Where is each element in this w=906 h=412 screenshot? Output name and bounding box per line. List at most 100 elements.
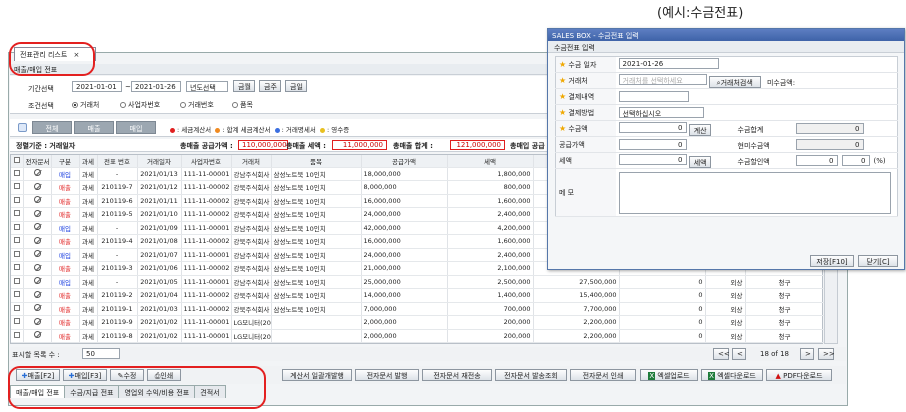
radio-trans-no[interactable]: 거래번호 — [180, 100, 214, 110]
supply-input[interactable]: 0 — [618, 139, 687, 150]
row-checkbox[interactable] — [13, 250, 20, 257]
e-doc-print-button[interactable]: 전자문서 인쇄 — [570, 369, 636, 381]
table-row[interactable]: 매입 과세 -2021/01/05 111-11-00001 강남주식회사 삼성노트북 1… — [11, 275, 825, 289]
payment-method-select[interactable]: 선택하십시오 — [618, 107, 704, 118]
grid-cell: 111-11-00001 — [181, 315, 232, 330]
date-to-input[interactable]: 2021-01-26 — [131, 81, 181, 92]
excel-upload-button[interactable]: X 엑셀업로드 — [640, 369, 698, 381]
row-checkbox[interactable] — [13, 196, 20, 203]
grid-header-1[interactable]: 전자문서 — [23, 155, 52, 168]
grid-cell: 2,500,000 — [447, 275, 534, 289]
grid-header-2[interactable]: 구분 — [51, 155, 80, 168]
tax-input[interactable]: 0 — [618, 153, 687, 165]
row-checkbox[interactable] — [13, 210, 20, 217]
row-checkbox[interactable] — [13, 237, 20, 244]
grid-cell: 강북주식회사 — [231, 302, 272, 316]
purchase-filter-button[interactable]: 매입 — [116, 121, 156, 134]
this-week-button[interactable]: 금주 — [259, 80, 281, 92]
grid-header-8[interactable]: 품목 — [271, 155, 362, 168]
dialog-title: SALES BOX - 수금전표 입력 — [548, 29, 904, 41]
table-row[interactable]: 매출 과세 210119-8 2021/01/02 111-11-00001 LG모니터(… — [11, 329, 825, 343]
prev-page-button[interactable]: < — [732, 348, 746, 360]
no-edoc-icon — [33, 169, 41, 177]
rows-per-page-select[interactable]: 50 — [82, 348, 120, 359]
sales-filter-button[interactable]: 매출 — [74, 121, 114, 134]
table-row[interactable]: 매출 과세 210119-1 2021/01/03 111-11-00002 강북주식회사… — [11, 302, 825, 316]
first-page-button[interactable]: << — [713, 348, 730, 360]
sales-tax-value: 11,000,000 — [332, 140, 387, 150]
payment-detail-input[interactable] — [618, 91, 689, 102]
client-search-button[interactable]: ⌕거래처검색 — [708, 75, 761, 88]
grid-cell: 111-11-00002 — [181, 180, 232, 195]
this-month-button[interactable]: 금월 — [233, 80, 255, 92]
row-checkbox[interactable] — [13, 318, 20, 325]
row-checkbox[interactable] — [13, 291, 20, 298]
table-row[interactable]: 매출 과세 210119-9 2021/01/02 111-11-00001 LG모니터(… — [11, 315, 825, 330]
tax-button[interactable]: 세액 — [688, 155, 711, 168]
row-checkbox[interactable] — [13, 304, 20, 311]
client-input[interactable]: 거래처를 선택하세요 — [618, 73, 707, 85]
grid-cell: 2021/01/04 — [137, 288, 182, 303]
grid-cell: 매출 — [51, 180, 80, 195]
e-doc-resend-button[interactable]: 전자문서 재전송 — [422, 369, 492, 381]
grid-header-0[interactable] — [11, 155, 24, 168]
row-checkbox[interactable] — [13, 264, 20, 271]
grid-header-5[interactable]: 거래일자 — [137, 155, 182, 168]
grid-cell: 청구 — [778, 278, 791, 287]
excel-download-button[interactable]: X 엑셀다운로드 — [701, 369, 763, 381]
row-checkbox[interactable] — [13, 331, 20, 338]
discount-pct-input[interactable]: 0 — [841, 155, 870, 166]
e-doc-status-button[interactable]: 전자문서 발송조회 — [495, 369, 567, 381]
row-checkbox[interactable] — [13, 277, 20, 284]
save-button[interactable]: 저장[F10] — [810, 255, 854, 267]
grid-cell: 강북주식회사 — [231, 261, 272, 276]
pdf-download-button[interactable]: ▲ PDF다운로드 — [766, 369, 832, 381]
legend-statement: : 거래명세서 — [274, 126, 316, 134]
grid-cell: 2021/01/03 — [137, 302, 182, 316]
discount-input[interactable]: 0 — [795, 155, 838, 166]
radio-client[interactable]: 거래처 — [72, 100, 99, 110]
grid-header-6[interactable]: 사업자번호 — [181, 155, 232, 168]
grid-header-4[interactable]: 전표 번호 — [97, 155, 138, 168]
tilde: ~ — [125, 83, 131, 91]
year-select[interactable]: 년도선택 — [186, 81, 228, 92]
discount-label: 수금할인액 — [737, 158, 770, 166]
table-row[interactable]: 매출 과세 210119-2 2021/01/04 111-11-00002 강북주식회사… — [11, 288, 825, 303]
grid-cell: 15,400,000 — [533, 288, 620, 303]
doc-type-legend: : 세금계산서 : 합계 세금계산서 : 거래명세서 : 영수증 — [170, 124, 349, 134]
grid-header-7[interactable]: 거래처 — [231, 155, 272, 168]
row-checkbox[interactable] — [13, 183, 20, 190]
radio-item[interactable]: 품목 — [232, 100, 253, 110]
radio-bizno[interactable]: 사업자번호 — [120, 100, 160, 110]
next-page-button[interactable]: > — [800, 348, 814, 360]
memo-textarea[interactable] — [618, 171, 891, 214]
grid-header-3[interactable]: 과세 — [79, 155, 98, 168]
calc-button[interactable]: 계산 — [688, 123, 711, 136]
amount-input[interactable]: 0 — [618, 121, 687, 133]
row-checkbox[interactable] — [13, 169, 20, 176]
close-button[interactable]: 닫기[C] — [858, 255, 898, 267]
grid-cell: 111-11-00002 — [181, 207, 232, 222]
grid-cell: 800,000 — [447, 180, 534, 195]
date-from-input[interactable]: 2021-01-01 — [72, 81, 122, 92]
grid-cell: 2021/01/13 — [137, 167, 182, 181]
grid-cell: 111-11-00002 — [181, 194, 232, 208]
example-caption: (예시:수금전표) — [657, 6, 744, 21]
grid-header-10[interactable]: 세액 — [447, 155, 534, 168]
pager-bar: 표시할 목록 수 : 50 << < 18 of 18 > >> — [10, 347, 846, 361]
grid-header-9[interactable]: 공급가액 — [361, 155, 448, 168]
e-doc-issue-button[interactable]: 전자문서 발행 — [355, 369, 419, 381]
bulk-issue-button[interactable]: 계산서 일괄개발행 — [282, 369, 352, 381]
grid-cell: 111-11-00002 — [181, 302, 232, 316]
last-page-button[interactable]: >> — [818, 348, 835, 360]
all-button[interactable]: 전체 — [32, 121, 72, 134]
grid-cell: 과세 — [79, 275, 98, 289]
grid-cell: 700,000 — [447, 302, 534, 316]
refresh-icon[interactable] — [18, 123, 27, 132]
grid-cell: - — [97, 167, 138, 181]
row-checkbox[interactable] — [13, 223, 20, 230]
grid-cell: 200,000 — [447, 329, 534, 343]
receipt-date-input[interactable]: 2021-01-26 — [618, 58, 719, 69]
memo-label: 메 모 — [559, 188, 575, 197]
today-button[interactable]: 금일 — [285, 80, 307, 92]
